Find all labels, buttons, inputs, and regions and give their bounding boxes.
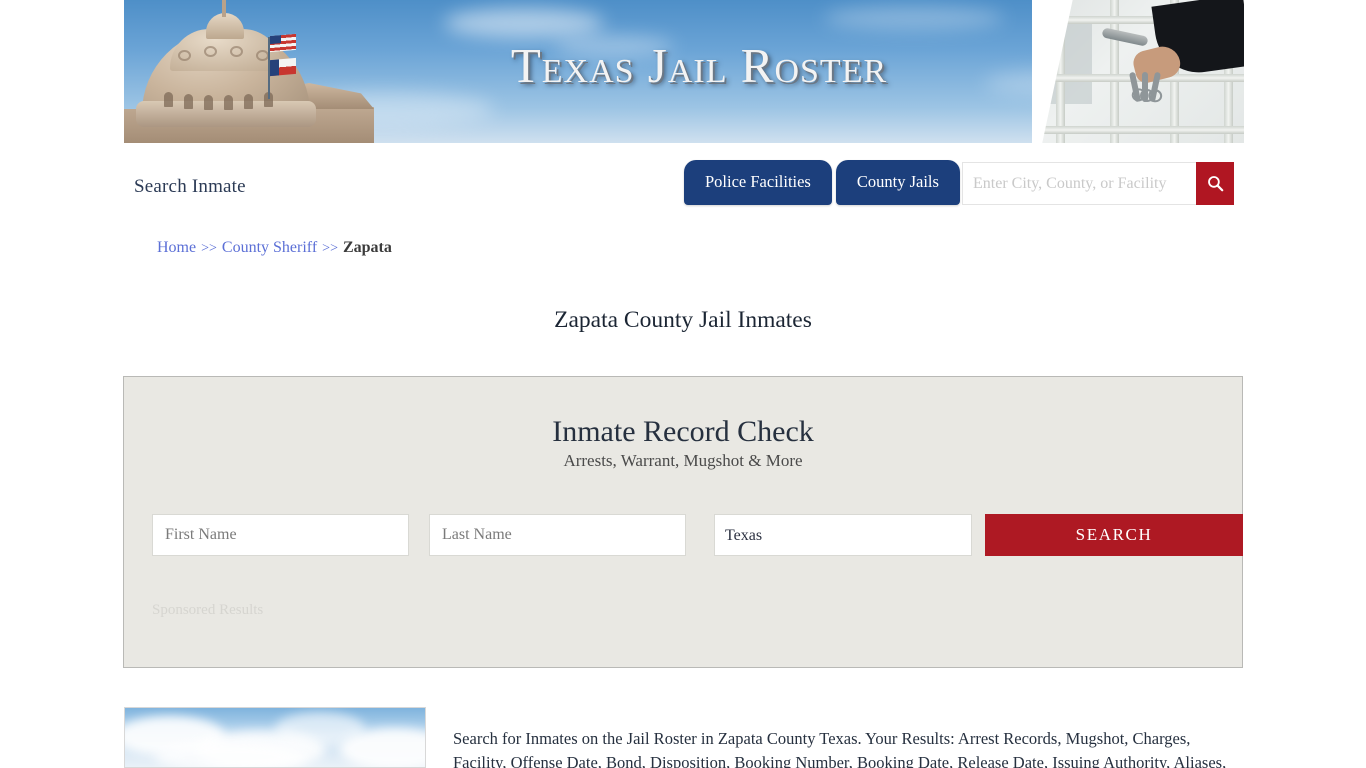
capitol-window: [244, 94, 253, 109]
site-brand[interactable]: Search Inmate: [134, 176, 246, 198]
sky-thumbnail-image: [124, 707, 426, 768]
breadcrumb-current: Zapata: [342, 239, 392, 256]
search-submit-button[interactable]: SEARCH: [985, 514, 1243, 556]
breadcrumb-county-sheriff[interactable]: County Sheriff: [222, 239, 317, 256]
breadcrumb-home[interactable]: Home: [157, 239, 196, 256]
site-header: Search Inmate Police Facilities County Ja…: [124, 143, 1244, 221]
jail-bar: [1032, 126, 1244, 134]
inmate-search-form: Texas SEARCH: [152, 514, 1243, 556]
first-name-input[interactable]: [152, 514, 409, 556]
thumbnail-cloud: [155, 742, 305, 767]
facility-search-input[interactable]: [962, 162, 1196, 205]
capitol-window: [224, 95, 233, 110]
banner-cloud: [824, 6, 1004, 30]
capitol-spire: [222, 0, 226, 17]
panel-subtitle: Arrests, Warrant, Mugshot & More: [563, 451, 803, 470]
inmate-record-check-panel: Inmate Record Check Arrests, Warrant, Mu…: [123, 376, 1243, 668]
last-name-input[interactable]: [429, 514, 686, 556]
tab-county-jails[interactable]: County Jails: [835, 160, 960, 205]
banner-title: Texas Jail Roster: [510, 38, 888, 93]
panel-title: Inmate Record Check: [552, 415, 814, 448]
capitol-window: [204, 95, 213, 110]
page-description: Search for Inmates on the Jail Roster in…: [453, 728, 1227, 768]
breadcrumb-separator: >>: [201, 241, 217, 256]
page-root: Texas Jail Roster Search Inmate Police F…: [0, 0, 1366, 768]
facility-search-button[interactable]: [1196, 162, 1234, 205]
capitol-window: [164, 92, 173, 107]
page-title: Zapata County Jail Inmates: [554, 306, 812, 333]
tab-police-facilities[interactable]: Police Facilities: [684, 160, 832, 205]
site-banner: Texas Jail Roster: [124, 0, 1244, 143]
header-search: [962, 162, 1234, 205]
banner-cloud: [444, 8, 604, 38]
sponsored-results-label: Sponsored Results: [152, 602, 264, 618]
search-icon: [1207, 176, 1223, 192]
main-navigation: Police Facilities County Jails: [684, 160, 964, 205]
breadcrumb-separator: >>: [322, 241, 338, 256]
breadcrumb: Home >> County Sheriff >> Zapata: [157, 239, 392, 257]
capitol-window: [184, 94, 193, 109]
state-select[interactable]: Texas: [714, 514, 972, 556]
